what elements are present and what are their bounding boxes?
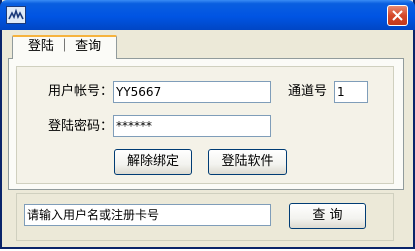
unbind-button[interactable]: 解除绑定	[114, 149, 192, 175]
tab-login-query[interactable]: 登陆 ｜ 查询	[12, 35, 117, 59]
app-icon[interactable]	[6, 6, 26, 24]
password-input[interactable]: ******	[113, 115, 271, 137]
account-input[interactable]: YY5667	[113, 81, 271, 103]
close-button[interactable]	[387, 5, 408, 26]
close-icon	[392, 10, 403, 21]
login-button[interactable]: 登陆软件	[208, 149, 287, 175]
query-input[interactable]: 请输入用户名或注册卡号	[24, 204, 271, 226]
channel-input[interactable]: 1	[334, 81, 368, 103]
query-button[interactable]: 查 询	[289, 203, 366, 229]
title-bar[interactable]	[0, 0, 415, 30]
account-label: 用户帐号：	[48, 84, 114, 99]
password-label: 登陆密码：	[48, 119, 114, 134]
channel-label: 通道号	[288, 84, 328, 99]
